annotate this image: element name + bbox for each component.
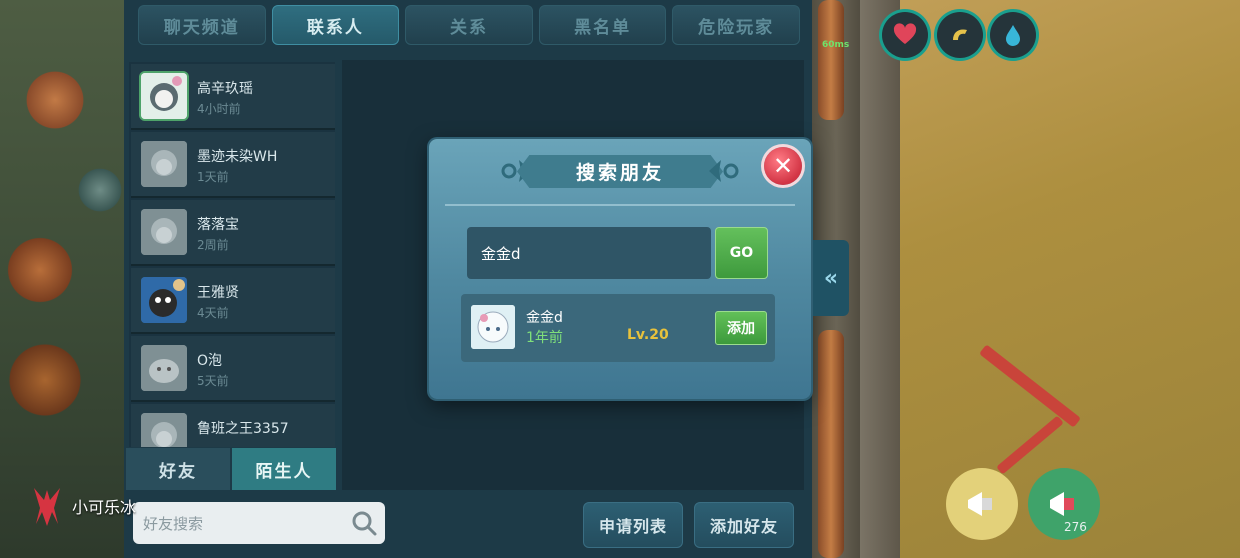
- apply-list-button[interactable]: 申请列表: [583, 502, 683, 548]
- collapse-panel-button[interactable]: «: [813, 240, 849, 316]
- post-decoration: [818, 0, 844, 120]
- post-decoration: [818, 330, 844, 558]
- ornament-right-icon: [709, 160, 739, 182]
- hunger-icon[interactable]: [937, 12, 983, 58]
- list-item[interactable]: 落落宝 2周前: [131, 200, 335, 266]
- divider: [445, 204, 795, 206]
- list-item[interactable]: 高辛玖瑶 4小时前: [131, 64, 335, 130]
- list-item[interactable]: 墨迹未染WH 1天前: [131, 132, 335, 198]
- avatar: [471, 305, 515, 349]
- list-item[interactable]: O泡 5天前: [131, 336, 335, 402]
- tab-friends[interactable]: 好友: [126, 448, 230, 490]
- stone-wall-edge: [860, 0, 900, 558]
- tab-blacklist[interactable]: 黑名单: [538, 5, 667, 45]
- health-icon[interactable]: [882, 12, 928, 58]
- add-button[interactable]: 添加: [715, 311, 767, 345]
- contact-last-seen: 4天前: [197, 306, 229, 320]
- watermark-text: 小可乐冰: [72, 498, 137, 517]
- search-icon[interactable]: [349, 508, 379, 538]
- watermark-logo-icon: [34, 488, 60, 526]
- friend-search-placeholder: 好友搜索: [143, 514, 204, 533]
- tab-chat-channel[interactable]: 聊天频道: [138, 5, 266, 45]
- contact-name: O泡: [197, 353, 223, 369]
- contact-name: 鲁班之王3357: [197, 421, 289, 437]
- avatar: [141, 413, 187, 447]
- watermark: 小可乐冰: [30, 484, 136, 528]
- contact-last-seen: 4小时前: [197, 102, 241, 116]
- dialog-title: 搜索朋友: [517, 155, 723, 188]
- tab-dangerous-players[interactable]: 危险玩家: [672, 5, 800, 45]
- contact-list: 高辛玖瑶 4小时前 墨迹未染WH 1天前 落落宝 2周前 王雅贤 4天前 O泡 …: [129, 62, 335, 447]
- result-name: 金金d: [526, 310, 563, 326]
- avatar: [141, 73, 187, 119]
- contact-name: 王雅贤: [197, 285, 239, 301]
- contact-name: 高辛玖瑶: [197, 81, 253, 97]
- friend-type-tabs: 好友 陌生人: [126, 448, 336, 490]
- social-tabs: 聊天频道 联系人 关系 黑名单 危险玩家: [138, 5, 800, 47]
- contact-name: 落落宝: [197, 217, 239, 233]
- list-item[interactable]: 鲁班之王3357: [131, 404, 335, 447]
- result-last-seen: 1年前: [526, 330, 563, 346]
- result-level: Lv.20: [627, 327, 669, 343]
- go-button[interactable]: GO: [715, 227, 768, 279]
- tab-relations[interactable]: 关系: [405, 5, 533, 45]
- close-icon[interactable]: ✕: [764, 147, 802, 185]
- tab-contacts[interactable]: 联系人: [271, 5, 400, 45]
- megaphone-icon[interactable]: [946, 468, 1018, 540]
- avatar: [141, 345, 187, 391]
- list-item[interactable]: 王雅贤 4天前: [131, 268, 335, 334]
- search-input[interactable]: 金金d: [467, 227, 711, 279]
- contact-last-seen: 1天前: [197, 170, 229, 184]
- ping-indicator: 60ms: [822, 40, 850, 50]
- friend-search-input[interactable]: 好友搜索: [133, 502, 385, 544]
- search-friend-dialog: 搜索朋友 ✕ 金金d GO 金金d 1年前 Lv.20 添加: [429, 139, 811, 399]
- add-friend-button[interactable]: 添加好友: [694, 502, 794, 548]
- avatar: [141, 209, 187, 255]
- contact-last-seen: 5天前: [197, 374, 229, 388]
- contact-name: 墨迹未染WH: [197, 149, 278, 165]
- tab-strangers[interactable]: 陌生人: [232, 448, 336, 490]
- water-icon[interactable]: [990, 12, 1036, 58]
- avatar: [141, 141, 187, 187]
- game-world-left: [0, 0, 130, 558]
- contact-last-seen: 2周前: [197, 238, 229, 252]
- search-result-item: 金金d 1年前 Lv.20 添加: [461, 294, 775, 362]
- avatar: [141, 277, 187, 323]
- broadcast-count: 276: [1064, 520, 1087, 534]
